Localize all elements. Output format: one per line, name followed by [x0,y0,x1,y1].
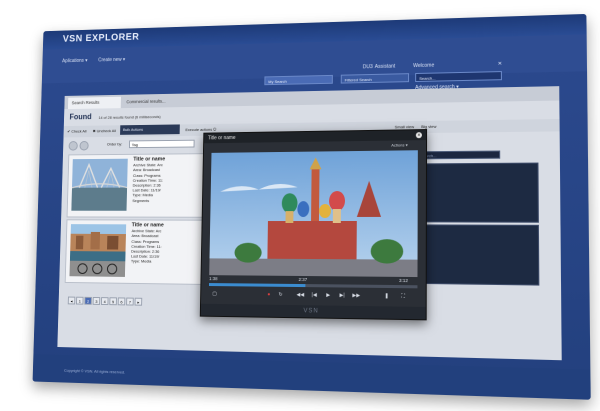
pager-page[interactable]: 4 [101,297,109,305]
pager-page[interactable]: 1 [76,297,84,305]
assistant-link[interactable]: Assistant [375,64,395,70]
result-line: Type: Media [131,259,163,264]
loop-icon[interactable]: ↻ [277,291,285,299]
welcome-text: Welcome [413,63,434,69]
play-icon[interactable]: ▶ [324,291,332,299]
global-search-input[interactable]: Search... [415,71,502,82]
brand-logo: VSN EXPLORER [63,32,140,45]
timeline-track[interactable] [209,283,417,288]
pager-next[interactable]: ▸ [135,298,143,306]
right-search-input[interactable]: Search... [417,151,500,160]
mark-icon[interactable]: ▢ [211,290,219,298]
user-code: DU3 [363,64,373,70]
tab-bar: Search Results Commercial results... [64,86,559,109]
found-subtitle: 14 of 28 results found (6 milliseconds) [98,114,160,120]
player-actions-menu[interactable]: Actions ▾ [391,142,407,147]
fullscreen-icon[interactable]: ⛶ [399,292,407,300]
pager-page[interactable]: 6 [118,297,126,305]
bookmark-icon[interactable]: ❚ [383,292,391,300]
step-back-icon[interactable]: |◀ [310,291,318,299]
menu-applications[interactable]: Aplications ▾ [62,58,87,64]
footer: Copyright © VSN. All rights reserved. [33,354,591,400]
fast-forward-icon[interactable]: ▶▶ [352,292,360,300]
pager-prev[interactable]: ◂ [68,297,76,305]
pagination: ◂ 1 2 3 4 5 6 7 ▸ [68,297,143,306]
check-all-label: Check All [71,129,86,134]
uncheck-all-button[interactable]: ✖ Uncheck All [93,128,116,133]
time-end: 3:12 [399,278,408,283]
step-forward-icon[interactable]: ▶| [338,291,346,299]
found-title: Found [69,112,91,121]
order-by-label: Order by: [107,142,122,147]
stage: VSN EXPLORER Aplications ▾ Create new ▾ … [0,0,600,411]
check-all-button[interactable]: ✔ Check All [67,129,86,134]
footer-text: Copyright © VSN. All rights reserved. [64,368,125,375]
menu-create-new[interactable]: Create new ▾ [98,57,125,63]
result-thumbnail-bridge[interactable] [71,159,127,211]
pager-page[interactable]: 5 [109,297,117,305]
video-frame[interactable] [209,150,418,277]
execute-actions-button[interactable]: Execute actions ⏻ [185,127,216,132]
pager-page[interactable]: 7 [126,298,134,306]
pager-page[interactable]: 3 [93,297,101,305]
record-icon[interactable]: ● [265,291,273,299]
time-current: 1:38 [209,276,217,281]
player-controls: ▢ ● ↻ ◀◀ |◀ ▶ ▶| ▶▶ ❚ ⛶ [209,290,418,303]
rewind-icon[interactable]: ◀◀ [296,291,304,299]
result-thumbnail-canal[interactable] [69,224,126,277]
execute-actions-label: Execute actions [185,127,212,132]
filtered-search-select[interactable]: Filtered Search [341,73,409,83]
time-mid: 2:37 [298,277,307,282]
media-player: Title or name ✕ Actions ▾ 1:38 2:37 3:12… [200,129,427,320]
player-title: Title or name [204,130,426,143]
timeline-progress [209,283,305,287]
player-brand: VSN [201,304,426,320]
nav-prev-icon[interactable] [69,141,78,151]
right-panel-box [417,163,539,223]
my-search-select[interactable]: My Search [264,75,333,85]
result-meta: Title or name Archive State: Arc Area: B… [132,157,165,202]
bulk-actions-select[interactable]: Bulk Actions [120,124,180,134]
nav-next-icon[interactable] [79,141,88,151]
right-panel-box [417,224,540,285]
tab-commercial-results[interactable]: Commercial results... [123,96,179,108]
uncheck-all-label: Uncheck All [97,128,116,133]
pager-page[interactable]: 2 [84,297,92,305]
result-meta: Title or name Archive State: Arc Area: B… [131,223,164,264]
segments-link[interactable]: Segments [132,198,164,203]
tab-search-results[interactable]: Search Results [68,97,121,109]
settings-icon[interactable]: ✕ [498,61,502,67]
order-by-select[interactable]: Tag [129,140,195,148]
